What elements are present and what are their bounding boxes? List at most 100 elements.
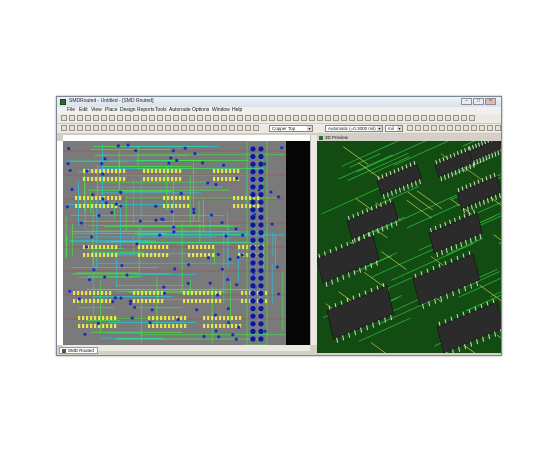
toolbar-button-icon[interactable] bbox=[77, 115, 83, 121]
toolbar-button-icon[interactable] bbox=[421, 115, 427, 121]
toolbar-button-icon[interactable] bbox=[229, 115, 235, 121]
menu-tools[interactable]: Tools bbox=[155, 107, 167, 114]
toolbar-button-icon[interactable] bbox=[141, 115, 147, 121]
toolbar-button-icon[interactable] bbox=[317, 115, 323, 121]
toolbar-button-icon[interactable] bbox=[133, 125, 139, 131]
toolbar-button-icon[interactable] bbox=[495, 125, 501, 131]
toolbar-button-icon[interactable] bbox=[157, 125, 163, 131]
toolbar-button-icon[interactable] bbox=[341, 115, 347, 121]
toolbar-button-icon[interactable] bbox=[109, 115, 115, 121]
toolbar-button-icon[interactable] bbox=[69, 125, 75, 131]
toolbar-button-icon[interactable] bbox=[285, 115, 291, 121]
toolbar-button-icon[interactable] bbox=[109, 125, 115, 131]
toolbar-button-icon[interactable] bbox=[189, 115, 195, 121]
toolbar-button-icon[interactable] bbox=[221, 125, 227, 131]
toolbar-button-icon[interactable] bbox=[173, 125, 179, 131]
menu-view[interactable]: View bbox=[91, 107, 102, 114]
toolbar-button-icon[interactable] bbox=[125, 125, 131, 131]
toolbar-button-icon[interactable] bbox=[213, 115, 219, 121]
toolbar-button-icon[interactable] bbox=[125, 115, 131, 121]
toolbar-button-icon[interactable] bbox=[229, 125, 235, 131]
toolbar-button-icon[interactable] bbox=[253, 115, 259, 121]
toolbar-button-icon[interactable] bbox=[205, 115, 211, 121]
toolbar-button-icon[interactable] bbox=[479, 125, 485, 131]
toolbar-button-icon[interactable] bbox=[197, 115, 203, 121]
toolbar-button-icon[interactable] bbox=[117, 125, 123, 131]
toolbar-button-icon[interactable] bbox=[205, 125, 211, 131]
toolbar-button-icon[interactable] bbox=[117, 115, 123, 121]
toolbar-button-icon[interactable] bbox=[245, 115, 251, 121]
toolbar-button-icon[interactable] bbox=[413, 115, 419, 121]
toolbar-button-icon[interactable] bbox=[93, 115, 99, 121]
toolbar-button-icon[interactable] bbox=[405, 115, 411, 121]
toolbar-button-icon[interactable] bbox=[407, 125, 413, 131]
maximize-button[interactable]: □ bbox=[473, 98, 484, 105]
close-button[interactable]: × bbox=[485, 98, 496, 105]
toolbar-button-icon[interactable] bbox=[293, 115, 299, 121]
toolbar-button-icon[interactable] bbox=[397, 115, 403, 121]
toolbar-button-icon[interactable] bbox=[309, 115, 315, 121]
toolbar-button-icon[interactable] bbox=[453, 115, 459, 121]
toolbar-button-icon[interactable] bbox=[165, 125, 171, 131]
toolbar-button-icon[interactable] bbox=[237, 125, 243, 131]
minimize-button[interactable]: – bbox=[461, 98, 472, 105]
layer-select[interactable]: Copper Top ▾ bbox=[269, 125, 313, 132]
pcb-layout-canvas[interactable] bbox=[63, 141, 316, 345]
toolbar-button-icon[interactable] bbox=[101, 115, 107, 121]
toolbar-button-icon[interactable] bbox=[149, 125, 155, 131]
menu-reports[interactable]: Reports bbox=[137, 107, 155, 114]
menu-place[interactable]: Place bbox=[105, 107, 118, 114]
toolbar-button-icon[interactable] bbox=[77, 125, 83, 131]
toolbar-button-icon[interactable] bbox=[447, 125, 453, 131]
toolbar-button-icon[interactable] bbox=[373, 115, 379, 121]
toolbar-button-icon[interactable] bbox=[157, 115, 163, 121]
toolbar-button-icon[interactable] bbox=[429, 115, 435, 121]
toolbar-button-icon[interactable] bbox=[181, 115, 187, 121]
toolbar-button-icon[interactable] bbox=[357, 115, 363, 121]
toolbar-button-icon[interactable] bbox=[469, 115, 475, 121]
toolbar-button-icon[interactable] bbox=[141, 125, 147, 131]
toolbar-button-icon[interactable] bbox=[261, 115, 267, 121]
toolbar-button-icon[interactable] bbox=[69, 115, 75, 121]
toolbar-button-icon[interactable] bbox=[381, 115, 387, 121]
route-mode-select[interactable]: Automatic (=0.3000 mil) ▾ bbox=[325, 125, 383, 132]
toolbar-button-icon[interactable] bbox=[437, 115, 443, 121]
toolbar-button-icon[interactable] bbox=[349, 115, 355, 121]
toolbar-button-icon[interactable] bbox=[389, 115, 395, 121]
toolbar-button-icon[interactable] bbox=[101, 125, 107, 131]
toolbar-button-icon[interactable] bbox=[181, 125, 187, 131]
toolbar-button-icon[interactable] bbox=[93, 125, 99, 131]
menu-design[interactable]: Design bbox=[120, 107, 136, 114]
toolbar-button-icon[interactable] bbox=[85, 125, 91, 131]
toolbar-button-icon[interactable] bbox=[445, 115, 451, 121]
toolbar-button-icon[interactable] bbox=[165, 115, 171, 121]
units-select[interactable]: mil ▾ bbox=[385, 125, 403, 132]
toolbar-button-icon[interactable] bbox=[221, 115, 227, 121]
toolbar-button-icon[interactable] bbox=[253, 125, 259, 131]
toolbar-button-icon[interactable] bbox=[149, 115, 155, 121]
toolbar-button-icon[interactable] bbox=[463, 125, 469, 131]
toolbar-button-icon[interactable] bbox=[365, 115, 371, 121]
menu-options[interactable]: Options bbox=[192, 107, 209, 114]
menu-edit[interactable]: Edit bbox=[79, 107, 88, 114]
toolbar-button-icon[interactable] bbox=[455, 125, 461, 131]
document-tab[interactable]: SMD Routed bbox=[59, 347, 98, 354]
3d-preview-canvas[interactable] bbox=[317, 141, 501, 353]
toolbar-button-icon[interactable] bbox=[237, 115, 243, 121]
toolbar-button-icon[interactable] bbox=[325, 115, 331, 121]
toolbar-button-icon[interactable] bbox=[245, 125, 251, 131]
toolbar-button-icon[interactable] bbox=[85, 115, 91, 121]
title-bar[interactable]: SMDRouted - Untitled - [SMD Routed] – □ … bbox=[57, 97, 501, 107]
toolbar-button-icon[interactable] bbox=[431, 125, 437, 131]
toolbar-button-icon[interactable] bbox=[61, 125, 67, 131]
toolbar-button-icon[interactable] bbox=[301, 115, 307, 121]
toolbar-button-icon[interactable] bbox=[197, 125, 203, 131]
toolbar-button-icon[interactable] bbox=[61, 115, 67, 121]
toolbar-button-icon[interactable] bbox=[415, 125, 421, 131]
toolbar-button-icon[interactable] bbox=[213, 125, 219, 131]
toolbar-button-icon[interactable] bbox=[277, 115, 283, 121]
toolbar-button-icon[interactable] bbox=[471, 125, 477, 131]
toolbar-button-icon[interactable] bbox=[173, 115, 179, 121]
toolbar-button-icon[interactable] bbox=[333, 115, 339, 121]
menu-autoroute[interactable]: Autoroute bbox=[169, 107, 191, 114]
